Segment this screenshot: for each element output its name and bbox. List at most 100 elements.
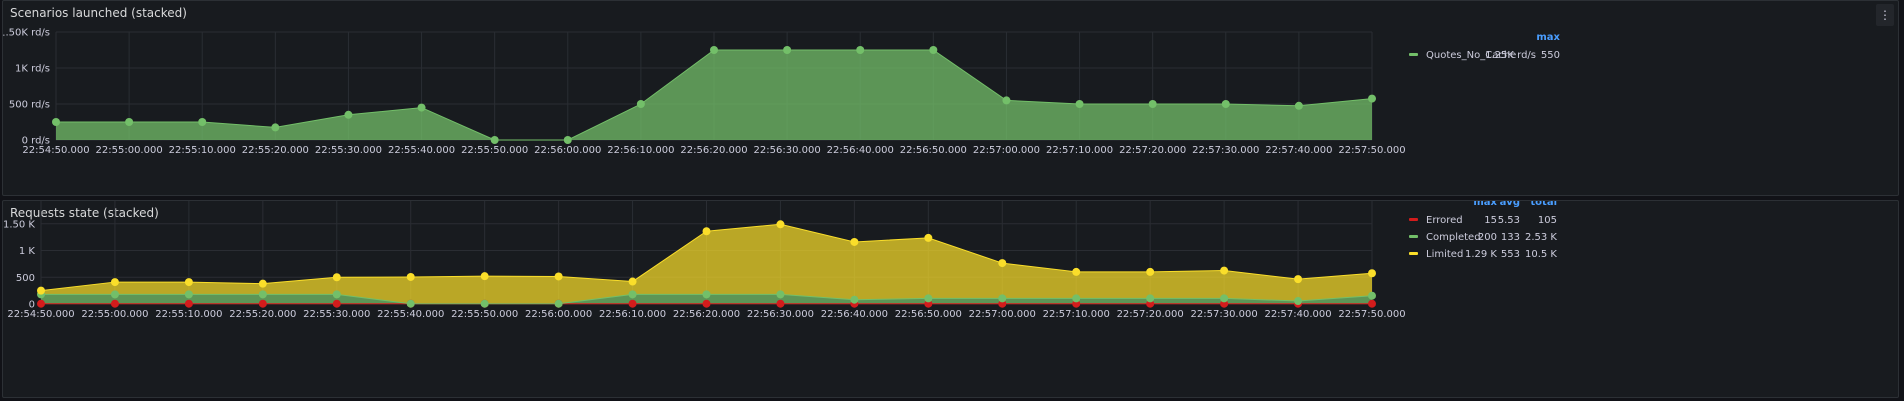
y-tick-label: 2 K: [19, 201, 36, 204]
legend-series-name: Limited: [1426, 249, 1463, 260]
x-tick-label: 22:57:00.000: [973, 145, 1040, 156]
legend-header-total: total: [1530, 201, 1557, 208]
data-point-completed: [258, 290, 267, 299]
data-point-completed: [480, 299, 489, 308]
data-point-errored: [184, 299, 193, 308]
x-tick-label: 22:56:30.000: [747, 309, 814, 320]
data-point-limited: [850, 237, 859, 246]
data-point-limited: [332, 273, 341, 282]
data-point-quotes-no-cache: [1294, 101, 1303, 110]
data-point-completed: [850, 295, 859, 304]
legend-value: 550: [1541, 50, 1560, 61]
data-point-limited: [480, 272, 489, 281]
data-point-limited: [776, 220, 785, 229]
data-point-errored: [258, 299, 267, 308]
y-tick-label: 1 K: [19, 246, 36, 257]
legend-header-avg: avg: [1500, 201, 1520, 208]
x-tick-label: 22:55:10.000: [169, 145, 236, 156]
legend-value: 15: [1484, 215, 1497, 226]
legend-swatch: [1409, 235, 1418, 238]
legend-swatch: [1409, 252, 1418, 255]
x-tick-label: 22:55:50.000: [461, 145, 528, 156]
data-point-limited: [1220, 266, 1229, 275]
x-tick-label: 22:54:50.000: [7, 309, 74, 320]
data-point-completed: [554, 299, 563, 308]
x-tick-label: 22:57:20.000: [1117, 309, 1184, 320]
data-point-completed: [628, 290, 637, 299]
y-tick-label: 1K rd/s: [15, 64, 50, 75]
x-tick-label: 22:57:10.000: [1046, 145, 1113, 156]
x-tick-label: 22:56:40.000: [821, 309, 888, 320]
x-tick-label: 22:55:20.000: [229, 309, 296, 320]
x-tick-label: 22:55:00.000: [96, 145, 163, 156]
data-point-limited: [1146, 267, 1155, 276]
data-point-quotes-no-cache: [125, 118, 134, 126]
data-point-completed: [332, 290, 341, 299]
x-tick-label: 22:56:20.000: [673, 309, 740, 320]
data-point-limited: [924, 233, 933, 242]
x-tick-label: 22:55:20.000: [242, 145, 309, 156]
legend-value: 2.53 K: [1525, 232, 1557, 243]
data-point-quotes-no-cache: [710, 46, 718, 54]
x-tick-label: 22:56:10.000: [599, 309, 666, 320]
legend-value: 1.29 K: [1465, 249, 1497, 260]
legend-swatch: [1409, 53, 1418, 56]
x-tick-label: 22:57:50.000: [1338, 145, 1405, 156]
data-point-quotes-no-cache: [856, 46, 865, 54]
data-point-quotes-no-cache: [636, 100, 645, 108]
data-point-errored: [1368, 299, 1376, 308]
data-point-quotes-no-cache: [490, 136, 499, 144]
y-tick-label: 1.50 K: [3, 219, 35, 230]
data-point-quotes-no-cache: [52, 118, 60, 126]
series-area-quotes-no-cache: [56, 50, 1372, 140]
data-point-limited: [37, 286, 45, 295]
x-tick-label: 22:55:00.000: [81, 309, 148, 320]
data-point-errored: [628, 299, 637, 308]
x-tick-label: 22:55:50.000: [451, 309, 518, 320]
data-point-limited: [406, 272, 415, 281]
x-tick-label: 22:57:10.000: [1043, 309, 1110, 320]
data-point-limited: [702, 227, 711, 236]
y-tick-label: 500: [16, 273, 35, 284]
data-point-errored: [332, 299, 341, 308]
data-point-errored: [110, 299, 119, 308]
data-point-limited: [998, 259, 1007, 268]
x-tick-label: 22:56:50.000: [895, 309, 962, 320]
data-point-completed: [776, 290, 785, 299]
legend-value: 1.25K rd/s: [1485, 50, 1536, 61]
data-point-quotes-no-cache: [344, 110, 353, 119]
x-tick-label: 22:54:50.000: [22, 145, 89, 156]
data-point-quotes-no-cache: [271, 123, 280, 132]
x-tick-label: 22:56:30.000: [754, 145, 821, 156]
x-tick-label: 22:55:30.000: [303, 309, 370, 320]
legend-value: 200: [1478, 232, 1497, 243]
data-point-limited: [1368, 269, 1376, 278]
y-tick-label: 500 rd/s: [9, 100, 50, 111]
data-point-quotes-no-cache: [1075, 100, 1084, 108]
data-point-errored: [37, 299, 45, 308]
data-point-completed: [184, 290, 193, 299]
data-point-limited: [110, 278, 119, 287]
legend-swatch: [1409, 218, 1418, 221]
data-point-completed: [924, 294, 933, 303]
x-tick-label: 22:55:10.000: [155, 309, 222, 320]
requests-chart: 05001 K1.50 K2 K22:54:50.00022:55:00.000…: [3, 201, 1557, 320]
data-point-limited: [628, 277, 637, 286]
data-point-completed: [702, 290, 711, 299]
y-tick-label: 1.50K rd/s: [3, 28, 50, 39]
x-tick-label: 22:55:40.000: [388, 145, 455, 156]
scenarios-chart: 0 rd/s500 rd/s1K rd/s1.50K rd/s22:54:50.…: [3, 28, 1561, 157]
x-tick-label: 22:55:40.000: [377, 309, 444, 320]
data-point-limited: [554, 272, 563, 281]
data-point-completed: [110, 290, 119, 299]
data-point-quotes-no-cache: [1221, 100, 1230, 108]
x-tick-label: 22:57:00.000: [969, 309, 1036, 320]
x-tick-label: 22:55:30.000: [315, 145, 382, 156]
data-point-quotes-no-cache: [783, 46, 792, 54]
legend-value: 10.5 K: [1525, 249, 1557, 260]
scenarios-launched-panel: Scenarios launched (stacked) ⋮ 0 rd/s 500…: [2, 0, 1899, 196]
data-point-limited: [1294, 275, 1303, 284]
data-point-quotes-no-cache: [929, 46, 938, 54]
data-point-errored: [776, 299, 785, 308]
data-point-limited: [1072, 267, 1081, 276]
